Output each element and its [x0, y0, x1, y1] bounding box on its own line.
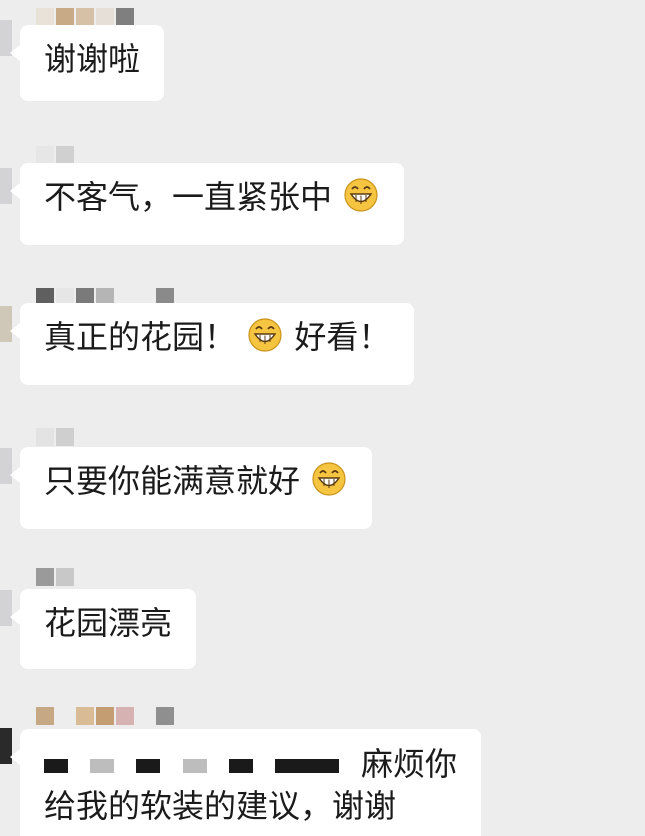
redacted-text — [136, 759, 161, 773]
message-line-2: 给我的软装的建议，谢谢 — [44, 787, 397, 825]
message-bubble[interactable]: 花园漂亮 — [9, 589, 197, 669]
message-bubble[interactable]: 只要你能满意就好 — [9, 447, 373, 529]
sender-name-mosaic — [36, 146, 74, 164]
grinning-face-icon — [312, 462, 346, 496]
grinning-face-icon — [344, 178, 378, 212]
message-text: 谢谢啦 — [44, 40, 141, 78]
redacted-text — [90, 759, 115, 773]
message-bubble[interactable]: 谢谢啦 — [9, 25, 165, 101]
sender-name-mosaic — [36, 568, 74, 586]
message-text: 不客气，一直紧张中 — [44, 178, 333, 216]
message-text: 真正的花园！ — [44, 318, 237, 356]
message-line-1: 麻烦你 — [44, 743, 457, 785]
redacted-text — [274, 759, 339, 773]
sender-name-mosaic — [36, 8, 134, 26]
message-bubble[interactable]: 麻烦你 给我的软装的建议，谢谢 — [9, 729, 482, 836]
message-bubble[interactable]: 不客气，一直紧张中 — [9, 163, 405, 245]
redacted-text — [182, 759, 207, 773]
redacted-text — [228, 759, 253, 773]
message-text: 只要你能满意就好 — [44, 462, 301, 500]
message-text: 花园漂亮 — [44, 604, 173, 642]
redacted-text — [44, 759, 68, 773]
grinning-face-icon — [248, 318, 282, 352]
message-bubble[interactable]: 真正的花园！ 好看！ — [9, 303, 415, 385]
sender-name-mosaic — [36, 428, 74, 446]
message-text: 麻烦你 — [361, 745, 458, 783]
message-text: 好看！ — [294, 318, 391, 356]
sender-name-mosaic — [36, 707, 174, 725]
